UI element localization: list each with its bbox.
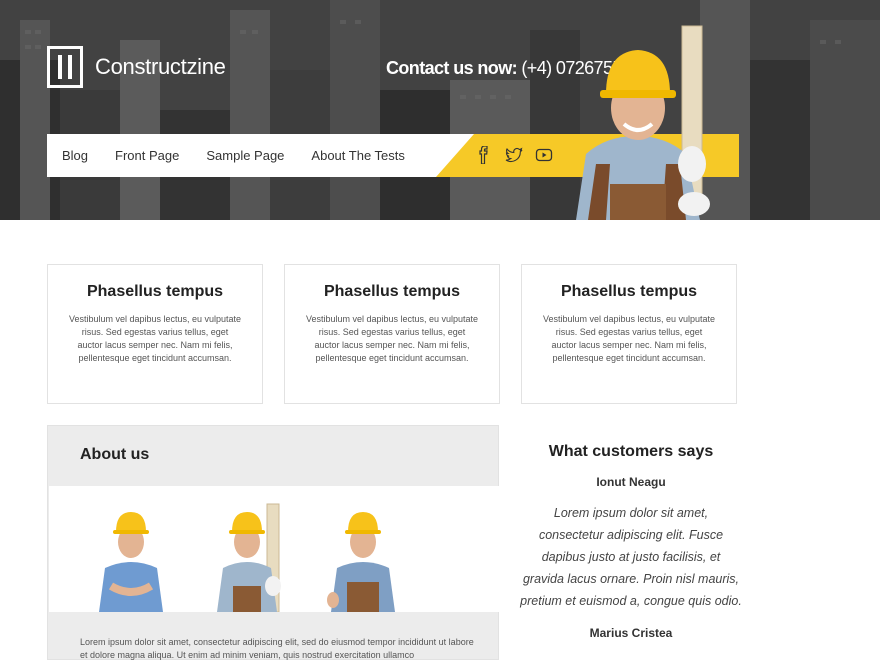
about-section: About us Lorem ipsum dolor sit amet, con… — [47, 425, 499, 660]
site-header: Constructzine Contact us now: (+4) 07267… — [0, 0, 880, 220]
site-name: Constructzine — [95, 54, 226, 79]
worker-photo — [576, 25, 710, 220]
testimonial-quote: Lorem ipsum dolor sit amet, consectetur … — [520, 506, 742, 608]
feature-box: Phasellus tempus Vestibulum vel dapibus … — [47, 264, 263, 404]
facebook-icon[interactable] — [475, 145, 493, 165]
workers-photo — [49, 486, 499, 612]
about-text: Lorem ipsum dolor sit amet, consectetur … — [80, 637, 474, 660]
feature-boxes: Phasellus tempus Vestibulum vel dapibus … — [47, 264, 737, 404]
nav-item-about-the-tests[interactable]: About The Tests — [311, 148, 404, 163]
nav-item-sample-page[interactable]: Sample Page — [206, 148, 284, 163]
feature-box: Phasellus tempus Vestibulum vel dapibus … — [521, 264, 737, 404]
site-logo[interactable]: Constructzine — [47, 46, 226, 88]
testimonial-author: Marius Cristea — [589, 626, 673, 640]
logo-mark-icon — [47, 46, 83, 88]
testimonials-title: What customers says — [548, 443, 714, 460]
youtube-icon[interactable] — [535, 146, 553, 164]
twitter-icon[interactable] — [505, 146, 523, 164]
feature-box: Phasellus tempus Vestibulum vel dapibus … — [284, 264, 500, 404]
city-skyline-background — [0, 0, 880, 220]
nav-item-blog[interactable]: Blog — [62, 148, 88, 163]
feature-title: Phasellus tempus — [86, 283, 224, 300]
feature-title: Phasellus tempus — [323, 283, 461, 300]
nav-item-front-page[interactable]: Front Page — [115, 148, 179, 163]
feature-text: Vestibulum vel dapibus lectus, eu vulput… — [305, 314, 479, 363]
social-links — [475, 145, 553, 165]
contact-label: Contact us now: — [386, 58, 518, 78]
feature-text: Vestibulum vel dapibus lectus, eu vulput… — [68, 314, 242, 363]
feature-text: Vestibulum vel dapibus lectus, eu vulput… — [542, 314, 716, 363]
about-title: About us — [80, 446, 150, 463]
testimonials-section: What customers says Ionut Neagu Lorem ip… — [520, 443, 742, 653]
feature-title: Phasellus tempus — [560, 283, 698, 300]
testimonial-author: Ionut Neagu — [596, 475, 666, 489]
